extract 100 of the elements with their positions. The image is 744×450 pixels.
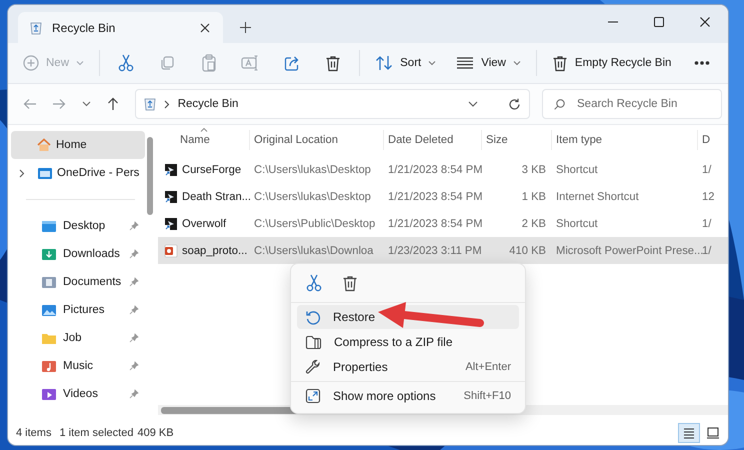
table-cell: C:\Users\lukas\Desktop [254,190,371,202]
tab-title: Recycle Bin [52,20,116,34]
wrench-icon [305,359,321,375]
sidebar-item[interactable]: Desktop [11,212,146,240]
sidebar-item[interactable]: Job [11,324,146,352]
pin-icon [129,305,140,315]
table-cell: 1/21/2023 8:54 PM [388,218,483,230]
search-icon [554,99,565,110]
slides-file-icon [164,244,178,258]
file-row[interactable]: soap_proto... C:\Users\lukas\Downloa 1/23/2023 3:11 PM 410 KB Microsoft PowerPoint Prese...1/ [158,237,728,264]
caret-icon [512,60,521,66]
tiles-view-icon [706,426,720,440]
table-cell: 12 [702,190,714,202]
chevron-right-icon [19,168,25,178]
rename-icon [241,55,260,71]
chevron-down-icon [468,101,478,107]
copy-icon [159,55,176,71]
folder-icon [41,218,57,234]
share-icon [284,55,300,71]
undo-icon [305,309,321,325]
pin-icon [129,221,140,231]
breadcrumb[interactable]: Recycle Bin [178,98,460,110]
expand-window-icon [305,388,321,404]
home-icon [36,137,52,153]
menu-item[interactable]: Compress to a ZIP file [297,330,519,354]
shortcut-icon [164,162,178,176]
folder-icon [41,302,57,318]
pin-icon [129,333,140,343]
sidebar-item[interactable]: Music [11,352,146,380]
address-field[interactable]: Recycle Bin [134,89,530,119]
folder-icon [41,274,57,290]
empty-button[interactable]: Empty Recycle Bin [542,47,680,79]
plus-icon [240,22,250,32]
column-header[interactable]: Name [180,134,210,146]
shortcut-icon [164,190,178,204]
menu-item[interactable]: Properties Alt+Enter [297,355,519,379]
details-view-icon [682,426,696,440]
close-icon [200,22,210,32]
file-name: Death Stran... [182,190,252,202]
file-row[interactable]: Overwolf C:\Users\Public\Desktop 1/21/2023 8:54 PM 2 KB Shortcut 1/ [158,210,728,237]
sort-caret-icon [200,127,208,132]
tab[interactable]: Recycle Bin [18,12,223,43]
table-cell: C:\Users\lukas\Downloa [254,244,374,256]
column-header[interactable]: Original Location [254,134,338,146]
sidebar-item[interactable]: Home [11,131,146,159]
item-count: 4 items [16,427,52,439]
table-cell: 3 KB [522,164,546,176]
sidebar-item[interactable]: Downloads [11,240,146,268]
table-cell: Shortcut [556,164,598,176]
file-row[interactable]: CurseForge C:\Users\lukas\Desktop 1/21/2023 8:54 PM 3 KB Shortcut 1/ [158,156,728,183]
file-row[interactable]: Death Stran... C:\Users\lukas\Desktop 1/21/2023 8:54 PM 1 KB Internet Shortcut 12 [158,183,728,210]
recycle-bin-icon [30,20,42,34]
sidebar-item[interactable]: Videos [11,380,146,408]
pin-icon [129,389,140,399]
back-arrow-icon [22,98,37,110]
sidebar-item[interactable]: OneDrive - Pers [11,159,146,187]
selection-info: 1 item selected [59,427,134,439]
sort-button[interactable]: Sort [366,47,446,79]
recycle-bin-icon [144,97,156,111]
column-header[interactable]: Date Deleted [388,134,454,146]
table-cell: C:\Users\lukas\Desktop [254,164,371,176]
up-arrow-icon [106,97,119,111]
minimize-icon [608,21,618,23]
table-cell: 2 KB [522,218,546,230]
paste-icon [200,54,217,72]
close-icon [700,17,710,27]
folder-icon [41,386,57,402]
table-cell: 1/21/2023 8:54 PM [388,164,483,176]
chevron-down-icon [82,101,91,107]
pin-icon [129,277,140,287]
search-field[interactable]: Search Recycle Bin [542,89,722,119]
column-header[interactable]: D [702,134,710,146]
refresh-icon [508,98,521,110]
table-cell: 1/ [702,244,712,256]
plus-icon [23,55,39,71]
table-cell: 1/23/2023 3:11 PM [388,244,482,256]
more-icon [694,60,710,66]
pin-icon [129,361,140,371]
folder-icon [41,246,57,262]
sidebar-item[interactable]: Documents [11,268,146,296]
lines-icon [456,56,474,70]
column-header[interactable]: Size [486,134,508,146]
shortcut-text: Alt+Enter [465,361,511,373]
menu-item[interactable]: Show more options Shift+F10 [297,384,519,408]
details-view-button[interactable] [678,423,700,443]
folder-icon [37,165,53,181]
scissors-icon [306,274,322,292]
caret-icon [76,60,84,66]
sidebar-item[interactable]: Pictures [11,296,146,324]
column-header[interactable]: Item type [556,134,602,146]
view-button[interactable]: View [447,47,530,79]
zip-folder-icon [305,334,322,350]
selection-size: 409 KB [137,427,174,439]
table-cell: Internet Shortcut [556,190,639,202]
table-cell: Microsoft PowerPoint Prese... [556,244,704,256]
file-name: Overwolf [182,218,226,230]
shortcut-text: Shift+F10 [464,390,511,402]
table-cell: 1 KB [522,190,546,202]
scissors-icon [118,54,134,72]
trash-icon [552,54,568,72]
